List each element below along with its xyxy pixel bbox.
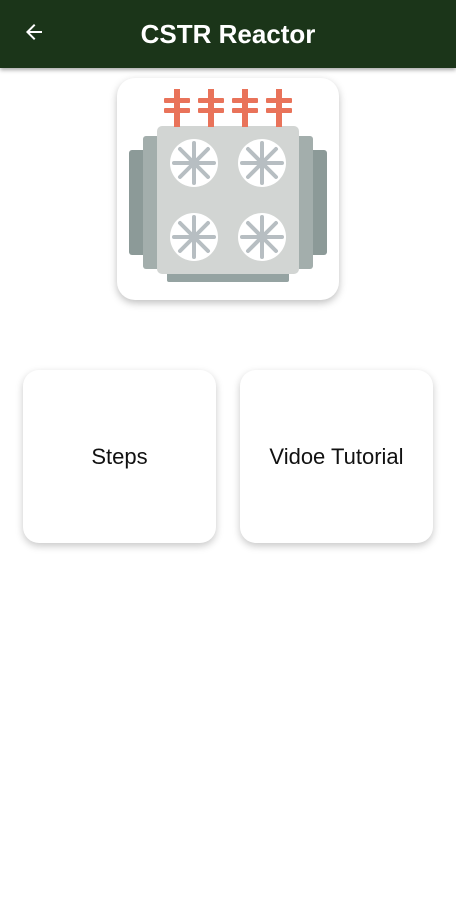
reactor-icon <box>129 89 327 282</box>
app-bar: CSTR Reactor <box>0 0 456 68</box>
steps-button[interactable]: Steps <box>23 370 216 543</box>
steps-label: Steps <box>91 443 148 469</box>
page-title: CSTR Reactor <box>140 19 316 49</box>
reactor-image-card <box>117 78 339 300</box>
video-tutorial-label: Vidoe Tutorial <box>269 443 404 469</box>
video-tutorial-button[interactable]: Vidoe Tutorial <box>240 370 433 543</box>
